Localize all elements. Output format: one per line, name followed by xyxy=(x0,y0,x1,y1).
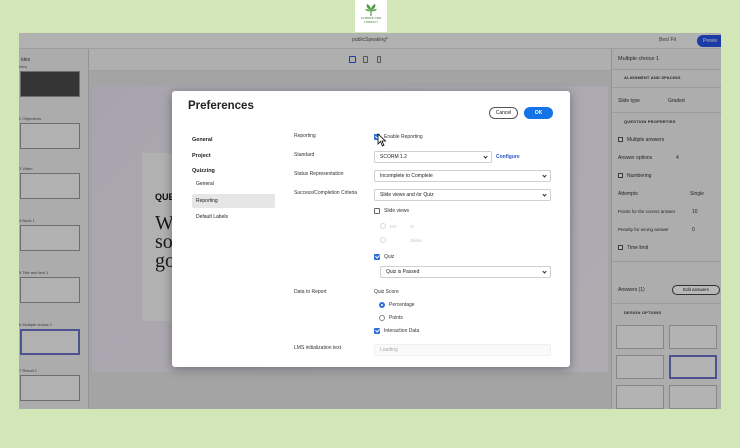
quiz-label: Quiz xyxy=(384,254,395,260)
preferences-dialog: Preferences Cancel OK General Project Qu… xyxy=(172,91,570,367)
enable-reporting-label: Enable Reporting xyxy=(384,134,423,140)
quiz-checkbox[interactable] xyxy=(374,254,380,260)
configure-link[interactable]: Configure xyxy=(496,154,520,160)
criteria-value: Slide views and /or Quiz xyxy=(380,192,434,198)
quiz-score-label: Quiz Score xyxy=(374,289,399,295)
site-logo: SCIENCE AND LITERACY xyxy=(355,0,387,32)
chevron-down-icon xyxy=(483,154,488,159)
percentage-radio[interactable] xyxy=(379,302,385,308)
ok-button[interactable]: OK xyxy=(524,107,553,119)
chevron-down-icon xyxy=(542,269,547,274)
slide-views-label: Slide views xyxy=(384,208,410,214)
interaction-data-label: Interaction Data xyxy=(384,328,420,334)
interaction-data-checkbox[interactable] xyxy=(374,328,380,334)
percentage-label: Percentage xyxy=(389,302,415,308)
cancel-button[interactable]: Cancel xyxy=(489,107,518,119)
category-quizzing[interactable]: Quizzing xyxy=(192,168,215,174)
leaf-icon xyxy=(365,4,377,16)
slides-option-label: Slides xyxy=(410,238,423,243)
points-radio[interactable] xyxy=(379,315,385,321)
quiz-criteria-value: Quiz is Passed xyxy=(386,269,420,275)
lms-init-value: Loading xyxy=(380,347,398,353)
chevron-down-icon xyxy=(542,173,547,178)
category-general[interactable]: General xyxy=(192,137,212,143)
standard-select[interactable]: SCORM 1.2 xyxy=(374,151,492,163)
dialog-title: Preferences xyxy=(188,100,254,112)
lms-init-input[interactable]: Loading xyxy=(374,344,551,356)
quiz-criteria-select[interactable]: Quiz is Passed xyxy=(380,266,551,278)
percent-sign: % xyxy=(410,224,415,229)
reporting-label: Reporting xyxy=(294,133,316,139)
criteria-select[interactable]: Slide views and /or Quiz xyxy=(374,189,551,201)
lms-init-label: LMS initialization text xyxy=(294,345,341,351)
points-label: Points xyxy=(389,315,403,321)
category-reporting[interactable]: Reporting xyxy=(196,198,218,204)
slide-views-percent-radio[interactable] xyxy=(380,223,386,229)
category-project[interactable]: Project xyxy=(192,153,211,159)
logo-text-2: LITERACY xyxy=(363,19,379,24)
criteria-label: Success/Completion Criteria xyxy=(294,190,358,196)
status-representation-label: Status Representation xyxy=(294,171,344,177)
category-quiz-general[interactable]: General xyxy=(196,181,214,187)
slide-views-checkbox[interactable] xyxy=(374,208,380,214)
slide-views-number: 100 xyxy=(389,224,397,229)
chevron-down-icon xyxy=(542,192,547,197)
data-to-report-label: Data to Report xyxy=(294,289,327,295)
mouse-cursor-icon xyxy=(377,133,387,147)
status-representation-select[interactable]: Incomplete to Complete xyxy=(374,170,551,182)
standard-value: SCORM 1.2 xyxy=(380,154,407,160)
standard-label: Standard xyxy=(294,152,315,158)
slides-radio[interactable] xyxy=(380,237,386,243)
category-default-labels[interactable]: Default Labels xyxy=(196,214,228,220)
status-representation-value: Incomplete to Complete xyxy=(380,173,433,179)
